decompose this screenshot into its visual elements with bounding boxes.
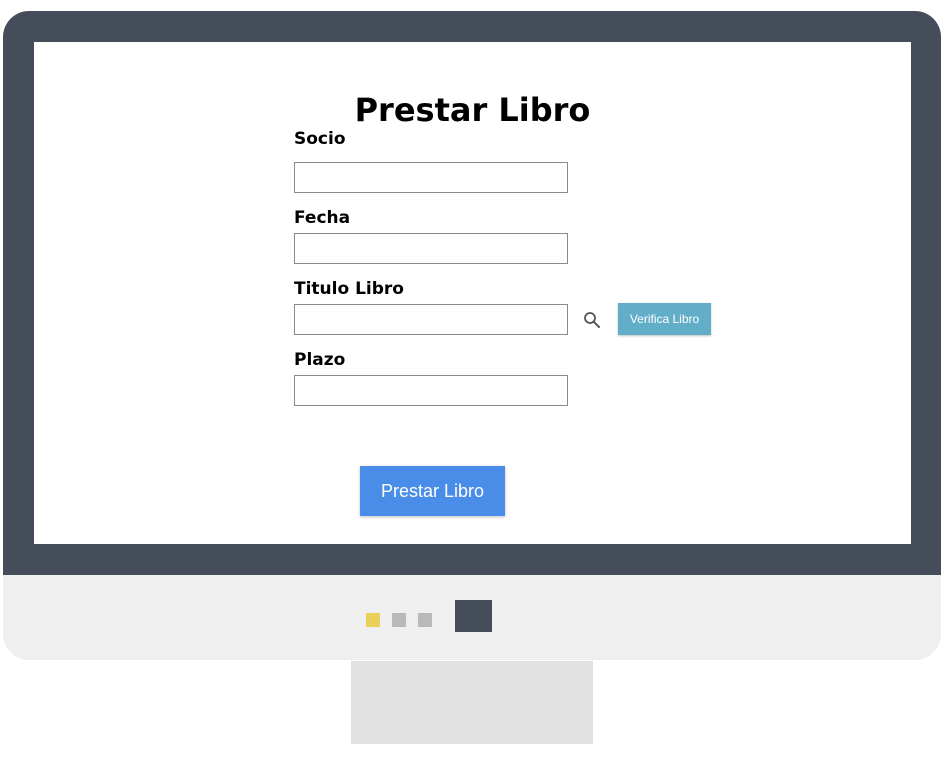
titulo-libro-input[interactable] (294, 304, 568, 335)
screen: Prestar Libro Socio Fecha Titulo Libro V… (34, 42, 911, 544)
socio-label: Socio (294, 129, 346, 149)
verifica-libro-button[interactable]: Verifica Libro (618, 303, 711, 335)
prestar-libro-button[interactable]: Prestar Libro (360, 466, 505, 516)
fecha-label: Fecha (294, 208, 351, 228)
monitor-stand (351, 661, 593, 744)
fecha-input[interactable] (294, 233, 568, 264)
page-title: Prestar Libro (354, 91, 591, 129)
plazo-input[interactable] (294, 375, 568, 406)
indicator-dot-active (366, 613, 380, 627)
socio-input[interactable] (294, 162, 568, 193)
chin-block (455, 600, 492, 632)
plazo-label: Plazo (294, 350, 346, 370)
search-icon[interactable] (582, 310, 602, 330)
titulo-libro-label: Titulo Libro (294, 279, 404, 299)
indicator-dot (418, 613, 432, 627)
indicator-dot (392, 613, 406, 627)
